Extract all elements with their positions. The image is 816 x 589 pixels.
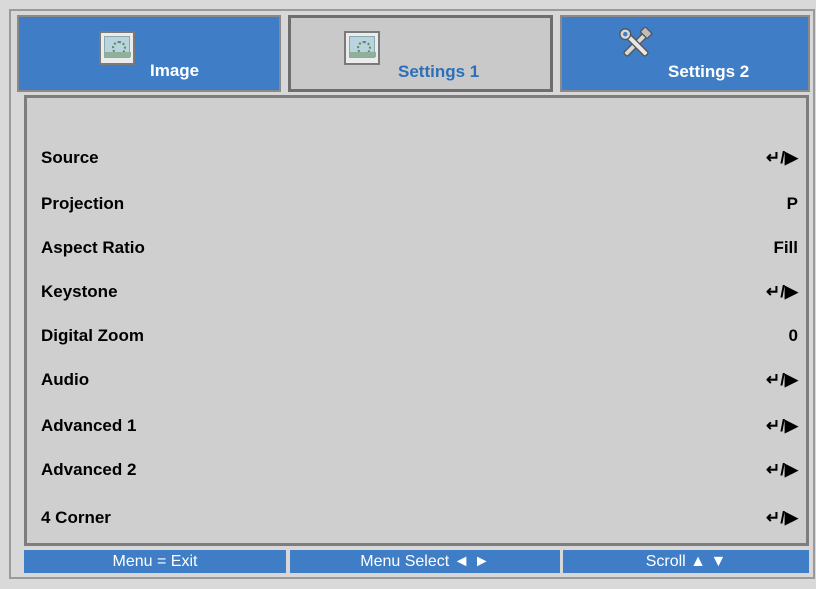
menu-exit-hint: Menu = Exit (24, 550, 286, 573)
tab-image[interactable]: Image (17, 15, 281, 92)
menu-item-keystone[interactable]: Keystone ↵/▶ (27, 270, 806, 314)
menu-item-label: Keystone (41, 282, 118, 301)
image-icon (344, 31, 380, 65)
tab-label: Settings 2 (668, 62, 750, 81)
tab-settings-1[interactable]: Settings 1 (288, 15, 553, 92)
enter-arrow-icon: ↵/▶ (765, 282, 798, 301)
menu-item-audio[interactable]: Audio ↵/▶ (27, 358, 806, 402)
menu-item-projection[interactable]: Projection P (27, 182, 806, 226)
menu-item-label: Projection (41, 194, 125, 213)
tab-label: Settings 1 (398, 62, 480, 81)
tab-settings-2[interactable]: Settings 2 (560, 15, 810, 92)
menu-item-value: 0 (788, 326, 798, 345)
enter-arrow-icon: ↵/▶ (765, 148, 798, 167)
menu-select-hint: Menu Select ◄ ► (290, 550, 560, 573)
menu-item-advanced-2[interactable]: Advanced 2 ↵/▶ (27, 448, 806, 492)
tab-label: Image (150, 61, 200, 80)
menu-item-label: Digital Zoom (41, 326, 144, 345)
menu-item-label: 4 Corner (41, 508, 111, 527)
menu-item-source[interactable]: Source ↵/▶ (27, 136, 806, 180)
menu-item-label: Audio (41, 370, 90, 389)
enter-arrow-icon: ↵/▶ (765, 460, 798, 479)
menu-item-label: Advanced 2 (41, 460, 137, 479)
tools-icon (619, 27, 653, 57)
menu-item-value: P (786, 194, 798, 213)
menu-item-aspect-ratio[interactable]: Aspect Ratio Fill (27, 226, 806, 270)
menu-item-digital-zoom[interactable]: Digital Zoom 0 (27, 314, 806, 358)
image-icon (99, 31, 135, 65)
menu-item-value: Fill (773, 238, 798, 257)
menu-item-label: Advanced 1 (41, 416, 137, 435)
enter-arrow-icon: ↵/▶ (765, 416, 798, 435)
menu-item-label: Aspect Ratio (41, 238, 145, 257)
enter-arrow-icon: ↵/▶ (765, 508, 798, 527)
settings-menu-panel: Source ↵/▶ Projection P Aspect Ratio Fil… (24, 95, 809, 546)
enter-arrow-icon: ↵/▶ (765, 370, 798, 389)
menu-item-4-corner[interactable]: 4 Corner ↵/▶ (27, 496, 806, 540)
menu-item-label: Source (41, 148, 99, 167)
menu-item-advanced-1[interactable]: Advanced 1 ↵/▶ (27, 404, 806, 448)
scroll-hint: Scroll ▲ ▼ (563, 550, 809, 573)
